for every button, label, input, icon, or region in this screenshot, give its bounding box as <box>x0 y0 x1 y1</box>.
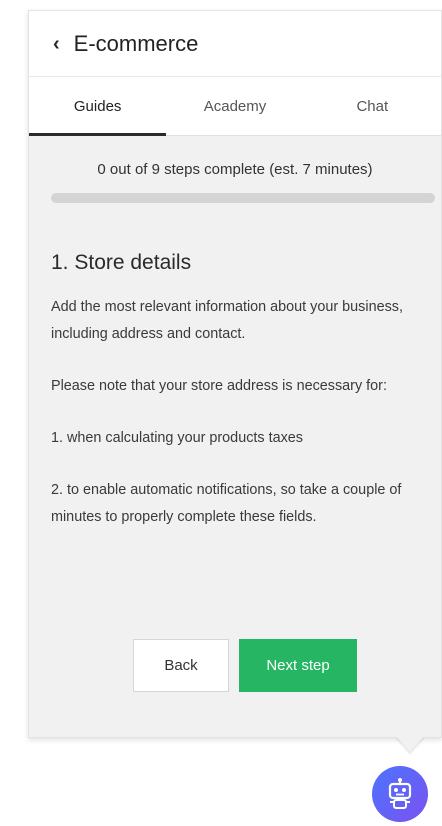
step-description: Add the most relevant information about … <box>51 294 423 556</box>
tab-academy[interactable]: Academy <box>166 77 303 135</box>
step-paragraph: 2. to enable automatic notifications, so… <box>51 482 402 525</box>
robot-icon <box>388 778 412 809</box>
assistant-launcher-button[interactable] <box>372 766 428 822</box>
popover-pointer <box>396 736 424 752</box>
guide-panel: ‹ E-commerce Guides Academy Chat 0 out o… <box>28 10 442 738</box>
panel-title: E-commerce <box>73 30 199 56</box>
panel-header: ‹ E-commerce <box>29 11 441 77</box>
step-paragraph: Add the most relevant information about … <box>51 299 403 342</box>
step-paragraph: Please note that your store address is n… <box>51 378 387 394</box>
back-button[interactable]: Back <box>133 639 229 692</box>
progress-bar <box>51 193 435 203</box>
chevron-left-icon[interactable]: ‹ <box>53 34 60 54</box>
progress-status: 0 out of 9 steps complete (est. 7 minute… <box>97 161 373 178</box>
step-title: 1. Store details <box>51 251 192 274</box>
next-step-button[interactable]: Next step <box>239 639 357 692</box>
tab-chat[interactable]: Chat <box>304 77 441 135</box>
tab-guides[interactable]: Guides <box>29 77 167 136</box>
tab-bar: Guides Academy Chat <box>29 77 441 136</box>
step-paragraph: 1. when calculating your products taxes <box>51 430 303 446</box>
